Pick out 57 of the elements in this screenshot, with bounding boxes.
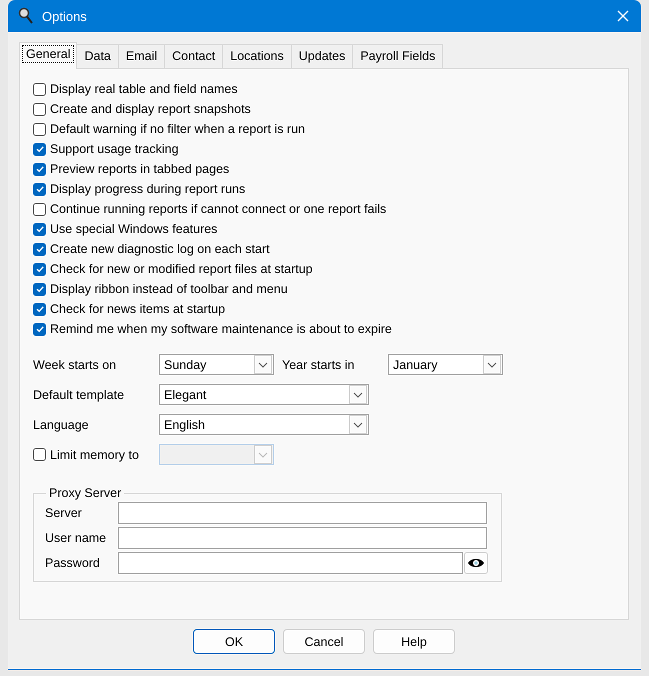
- dropdown[interactable]: Sunday: [159, 354, 274, 375]
- dialog-button[interactable]: Help: [373, 629, 455, 654]
- eye-icon: [467, 556, 485, 568]
- checkbox[interactable]: [33, 242, 46, 256]
- input-field[interactable]: [118, 526, 487, 548]
- checkbox-label: Display progress during report runs: [50, 182, 246, 196]
- input-field[interactable]: [118, 552, 463, 574]
- field-label: Server: [45, 506, 83, 520]
- tab[interactable]: Payroll Fields: [352, 44, 444, 68]
- tab[interactable]: General: [19, 42, 78, 69]
- field-label: Week starts on: [33, 358, 118, 372]
- checkbox-label: Create new diagnostic log on each start: [50, 242, 270, 256]
- checkbox-label: Limit memory to: [50, 448, 139, 462]
- close-icon[interactable]: [617, 10, 629, 22]
- checkbox-label: Check for news items at startup: [50, 302, 226, 316]
- checkbox-label: Remind me when my software maintenance is about to expire: [50, 322, 392, 336]
- chevron-down-icon: [353, 422, 363, 428]
- chevron-down-icon: [487, 362, 497, 368]
- checkbox-label: Continue running reports if cannot connect or one report fails: [50, 202, 386, 216]
- checkbox[interactable]: [33, 202, 46, 216]
- checkbox-label: Display ribbon instead of toolbar and menu: [50, 282, 288, 296]
- field-label: Password: [45, 556, 101, 570]
- dialog-button[interactable]: OK: [193, 629, 275, 654]
- checkbox[interactable]: [33, 262, 46, 276]
- chevron-down-icon: [258, 362, 268, 368]
- checkbox[interactable]: [33, 302, 46, 316]
- dropdown[interactable]: January: [388, 354, 503, 375]
- checkbox-label: Display real table and field names: [50, 82, 238, 96]
- checkbox[interactable]: [33, 102, 46, 116]
- field-label: Language: [33, 418, 90, 432]
- checkbox-label: Support usage tracking: [50, 142, 179, 156]
- checkbox[interactable]: [33, 182, 46, 196]
- checkbox[interactable]: [33, 282, 46, 296]
- window-title: Options: [42, 8, 88, 24]
- chevron-down-icon: [258, 452, 268, 458]
- checkbox-label: Check for new or modified report files at startup: [50, 262, 313, 276]
- checkbox[interactable]: [33, 142, 46, 156]
- checkbox[interactable]: [33, 122, 46, 136]
- checkbox-label: Default warning if no filter when a report is run: [50, 122, 305, 136]
- checkbox[interactable]: [33, 162, 46, 176]
- dialog-button[interactable]: Cancel: [283, 629, 365, 654]
- group-title: Proxy Server: [48, 486, 122, 500]
- checkbox-label: Preview reports in tabbed pages: [50, 162, 230, 176]
- chevron-down-icon: [353, 392, 363, 398]
- dropdown[interactable]: Elegant: [159, 384, 369, 405]
- magnifier-icon: [18, 7, 34, 25]
- dropdown[interactable]: English: [159, 414, 369, 435]
- field-label: Year starts in: [281, 358, 356, 372]
- field-label: Default template: [33, 388, 126, 402]
- checkbox[interactable]: [33, 322, 46, 336]
- show-password-button[interactable]: [464, 552, 488, 574]
- checkbox-label: Create and display report snapshots: [50, 102, 251, 116]
- checkbox[interactable]: [33, 82, 46, 96]
- field-label: User name: [45, 530, 108, 544]
- checkbox[interactable]: [33, 222, 46, 236]
- input-field[interactable]: [118, 502, 487, 524]
- checkbox-label: Use special Windows features: [50, 222, 218, 236]
